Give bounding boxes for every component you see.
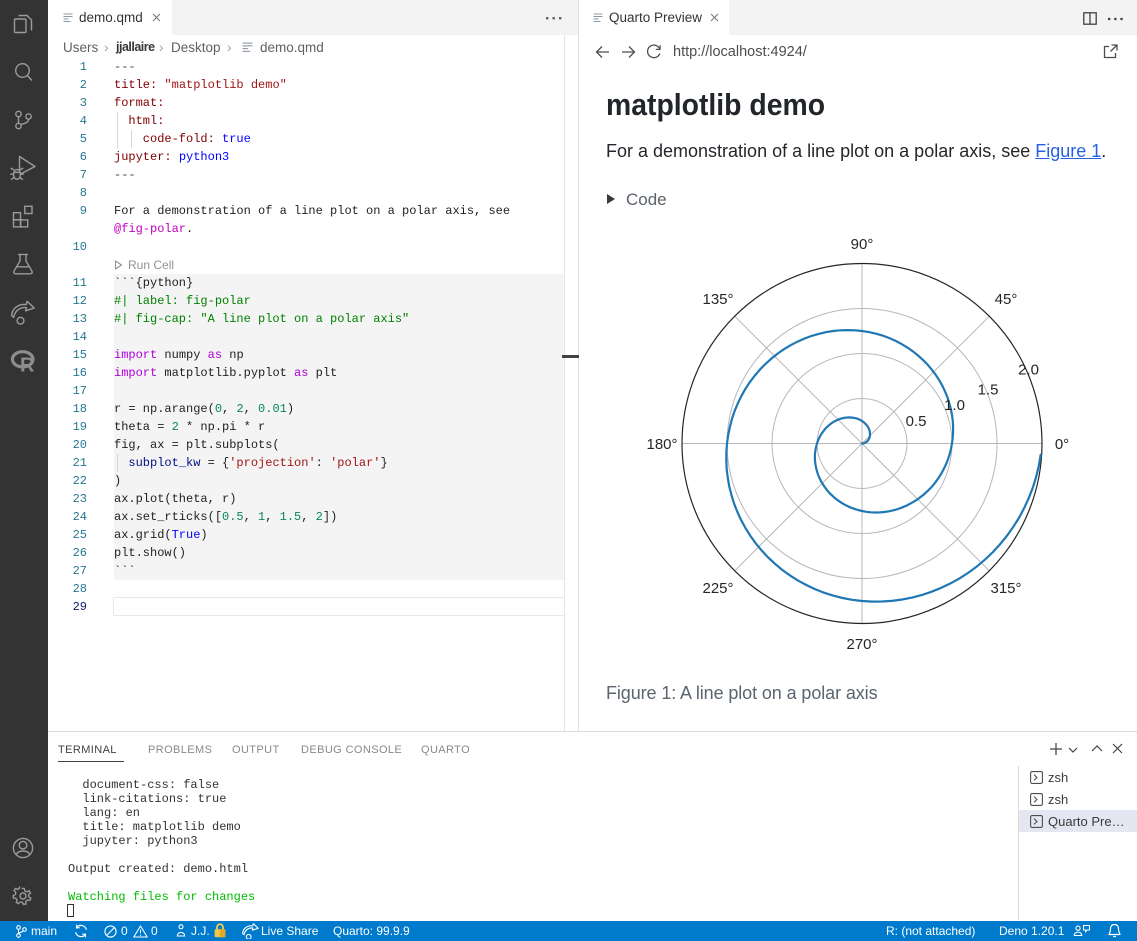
svg-text:0.5: 0.5 [906,413,927,430]
svg-text:0°: 0° [1055,436,1069,453]
svg-text:2.0: 2.0 [1018,362,1039,379]
svg-text:315°: 315° [990,580,1021,597]
svg-text:270°: 270° [846,636,877,653]
svg-text:135°: 135° [702,291,733,308]
svg-text:225°: 225° [702,580,733,597]
svg-text:1.0: 1.0 [944,397,965,414]
svg-text:45°: 45° [995,291,1018,308]
svg-text:1.5: 1.5 [978,382,999,399]
svg-text:90°: 90° [851,236,874,253]
svg-text:180°: 180° [646,436,677,453]
